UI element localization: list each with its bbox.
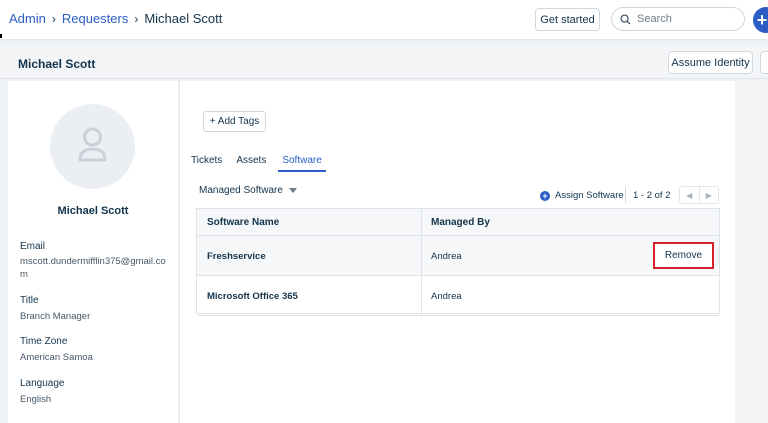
column-divider: [421, 236, 422, 276]
software-name-cell: Freshservice: [207, 251, 266, 262]
title-value: Branch Manager: [20, 311, 91, 322]
managed-by-cell: Andrea: [431, 251, 462, 262]
breadcrumb-requesters-link[interactable]: Requesters: [62, 11, 128, 26]
search-icon: [620, 13, 631, 25]
column-header-software-name[interactable]: Software Name: [207, 217, 279, 228]
prev-page-icon[interactable]: ◀: [680, 187, 699, 203]
language-value: English: [20, 394, 52, 405]
breadcrumb: Admin › Requesters › Michael Scott: [9, 11, 222, 26]
plus-circle-icon: +: [540, 190, 550, 201]
table-row[interactable]: Microsoft Office 365 Andrea: [197, 276, 719, 316]
chevron-right-icon: ›: [51, 11, 56, 26]
email-value: mscott.dundermifflin375@gmail.com: [20, 256, 166, 280]
email-label: Email: [20, 241, 46, 252]
pagination-controls: ◀ ▶: [679, 186, 719, 204]
search-placeholder: Search: [637, 13, 672, 25]
new-button[interactable]: +: [753, 7, 768, 33]
title-label: Title: [20, 295, 39, 306]
next-page-icon[interactable]: ▶: [698, 187, 719, 203]
profile-name: Michael Scott: [57, 205, 129, 217]
avatar: [50, 104, 135, 189]
language-label: Language: [20, 378, 65, 389]
main-panel: + Add Tags Tickets Assets Software Manag…: [179, 81, 735, 423]
tab-software[interactable]: Software: [278, 155, 326, 172]
software-name-cell: Microsoft Office 365: [207, 291, 298, 302]
table-header: Software Name Managed By: [197, 209, 719, 236]
column-divider: [421, 276, 422, 316]
managed-by-cell: Andrea: [431, 291, 462, 302]
tab-assets[interactable]: Assets: [236, 155, 274, 172]
page-title: Michael Scott: [18, 57, 96, 71]
assign-software-button[interactable]: + Assign Software: [540, 190, 624, 201]
assume-identity-button[interactable]: Assume Identity: [668, 51, 753, 74]
cursor-mark: [0, 34, 2, 38]
top-bar: Admin › Requesters › Michael Scott Get s…: [0, 0, 768, 40]
time-zone-value: American Samoa: [20, 352, 93, 363]
page-header: Michael Scott Assume Identity: [0, 46, 768, 79]
divider: [625, 187, 626, 203]
table-row[interactable]: Freshservice Andrea Remove: [197, 236, 719, 276]
breadcrumb-current: Michael Scott: [144, 11, 223, 26]
software-table: Software Name Managed By Freshservice An…: [196, 208, 720, 316]
pagination-text: 1 - 2 of 2: [633, 190, 671, 201]
get-started-button[interactable]: Get started: [535, 8, 600, 31]
more-actions-button[interactable]: [760, 51, 768, 74]
assign-software-label: Assign Software: [555, 190, 624, 201]
right-gutter: [735, 81, 768, 423]
column-divider: [421, 209, 422, 236]
profile-panel: Michael Scott Email mscott.dundermifflin…: [8, 81, 178, 423]
tab-bar: Tickets Assets Software: [191, 155, 332, 172]
chevron-right-icon: ›: [134, 11, 139, 26]
add-tags-button[interactable]: + Add Tags: [203, 111, 266, 132]
user-icon: [78, 127, 107, 162]
column-header-managed-by[interactable]: Managed By: [431, 217, 490, 228]
tab-tickets[interactable]: Tickets: [191, 155, 230, 172]
managed-software-dropdown[interactable]: Managed Software: [199, 185, 297, 196]
time-zone-label: Time Zone: [20, 336, 68, 347]
remove-button[interactable]: Remove: [653, 242, 714, 269]
search-input[interactable]: Search: [611, 7, 745, 31]
breadcrumb-admin-link[interactable]: Admin: [9, 11, 46, 26]
caret-down-icon: [288, 188, 297, 193]
dropdown-label: Managed Software: [199, 185, 283, 196]
